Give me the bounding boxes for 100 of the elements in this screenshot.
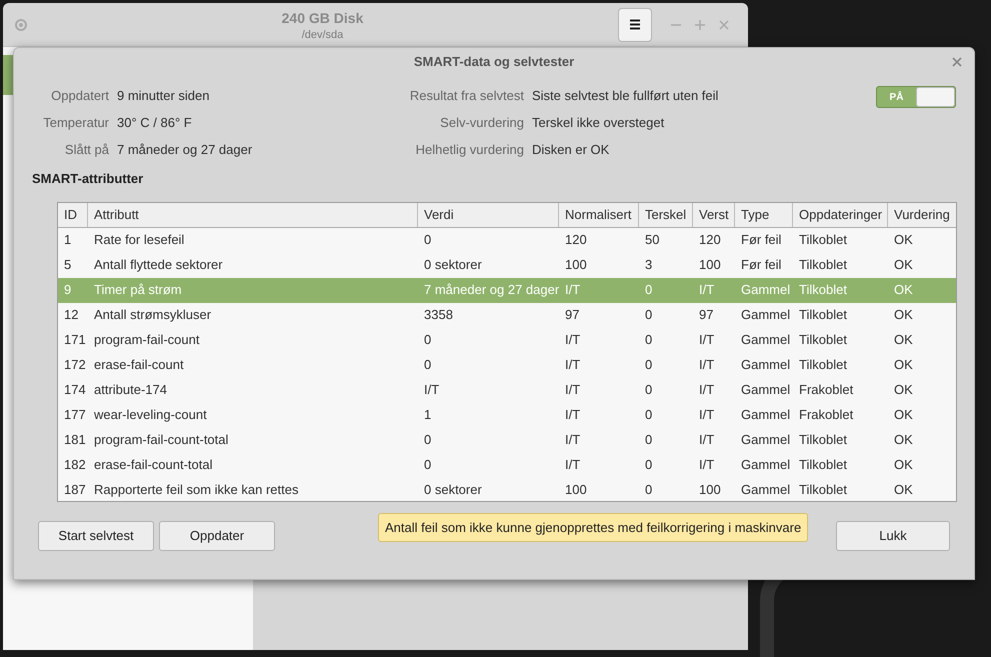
table-cell-text: OK bbox=[893, 356, 914, 374]
column-header[interactable]: Verdi bbox=[418, 202, 559, 226]
table-row[interactable]: 187 Rapporterte feil som ikke kan rettes 0 sektorer 100 0 100 Gammel Tilkoblet OK bbox=[58, 478, 956, 500]
table-cell-text: 187 bbox=[63, 481, 87, 500]
table-cell-text: I/T bbox=[423, 381, 440, 400]
table-cell-text: Frakoblet bbox=[798, 406, 854, 424]
table-cell-text: program-fail-count-total bbox=[93, 431, 230, 450]
table-cell-text: 0 bbox=[644, 381, 654, 400]
table-row[interactable]: 12 Antall strømsykluser 3358 97 0 97 Gammel Tilkoblet OK bbox=[58, 302, 956, 328]
table-cell-text: 0 bbox=[423, 431, 432, 450]
info-label: Selv-vurdering bbox=[439, 114, 524, 132]
column-header[interactable]: Oppdateringer bbox=[793, 202, 888, 226]
table-cell-text: I/T bbox=[564, 381, 582, 400]
table-cell-text: Før feil bbox=[740, 256, 782, 274]
table-cell-text: Rate for lesefeil bbox=[93, 231, 186, 250]
table-cell-text: 12 bbox=[63, 306, 80, 324]
tooltip: Antall feil som ikke kunne gjenopprettes med feilkorrigering i maskinvare bbox=[378, 512, 808, 542]
table-cell-text: 0 bbox=[644, 431, 654, 450]
table-cell-text: I/T bbox=[564, 356, 582, 374]
maximize-icon[interactable] bbox=[694, 18, 706, 30]
table-cell-text: 50 bbox=[644, 231, 660, 250]
table-cell-text: 9 bbox=[63, 281, 72, 300]
table-cell-text: I/T bbox=[564, 431, 582, 450]
table-cell-text: program-fail-count bbox=[93, 331, 200, 350]
table-row[interactable]: 182 erase-fail-count-total 0 I/T 0 I/T Gammel Tilkoblet OK bbox=[58, 452, 956, 478]
column-header[interactable]: Vurdering bbox=[888, 202, 956, 226]
table-cell-text: Tilkoblet bbox=[798, 281, 848, 300]
table-cell-text: Tilkoblet bbox=[798, 456, 848, 474]
table-cell-text: attribute-174 bbox=[93, 381, 168, 400]
table-cell-text: Tilkoblet bbox=[798, 231, 848, 250]
table-cell-text: Tilkoblet bbox=[798, 481, 848, 500]
info-label: Oppdatert bbox=[50, 87, 109, 105]
dialog-button[interactable]: Oppdater bbox=[159, 520, 275, 550]
table-cell-text: OK bbox=[893, 406, 914, 424]
table-row[interactable]: 174 attribute-174 I/T I/T 0 I/T Gammel Frakoblet OK bbox=[58, 378, 956, 402]
table-cell-text: 0 bbox=[644, 331, 654, 350]
table-cell-text: 3358 bbox=[423, 306, 454, 324]
info-value: 30° C / 86° F bbox=[117, 114, 193, 132]
column-header[interactable]: Verst bbox=[693, 202, 735, 226]
info-value: Terskel ikke oversteget bbox=[532, 114, 666, 132]
table-row[interactable]: 172 erase-fail-count 0 I/T 0 I/T Gammel Tilkoblet OK bbox=[58, 352, 956, 378]
table-row[interactable]: 171 program-fail-count 0 I/T 0 I/T Gammel Tilkoblet OK bbox=[58, 328, 956, 352]
table-cell-text: Frakoblet bbox=[798, 381, 854, 400]
table-cell-text: 1 bbox=[423, 406, 432, 424]
table-cell-text: Gammel bbox=[740, 356, 792, 374]
table-row[interactable]: 5 Antall flyttede sektorer 0 sektorer 100 3 100 Før feil Tilkoblet OK bbox=[58, 252, 956, 278]
table-cell-text: 3 bbox=[644, 256, 654, 274]
menu-button[interactable] bbox=[618, 8, 652, 42]
dialog-button[interactable]: Lukk bbox=[836, 520, 950, 550]
table-cell-text: 0 sektorer bbox=[423, 481, 483, 500]
table-cell-text: OK bbox=[893, 231, 914, 250]
table-cell-text: Rapporterte feil som ikke kan rettes bbox=[93, 481, 300, 500]
table-cell-text: 174 bbox=[63, 381, 87, 400]
table-cell-text: 0 sektorer bbox=[423, 256, 483, 274]
column-header[interactable]: Normalisert bbox=[559, 202, 639, 226]
table-cell-text: I/T bbox=[698, 381, 716, 400]
table-cell-text: Antall strømsykluser bbox=[93, 306, 212, 324]
table-cell-text: I/T bbox=[564, 331, 582, 350]
table-cell-text: 100 bbox=[698, 481, 722, 500]
table-cell-text: 0 bbox=[644, 406, 654, 424]
table-cell-text: OK bbox=[893, 431, 914, 450]
record-icon bbox=[15, 18, 27, 30]
table-cell-text: OK bbox=[893, 381, 914, 400]
table-cell-text: 100 bbox=[564, 481, 588, 500]
table-cell-text: 100 bbox=[698, 256, 722, 274]
table-cell-text: wear-leveling-count bbox=[93, 406, 208, 424]
table-cell-text: I/T bbox=[698, 281, 716, 300]
table-cell-text: Timer på strøm bbox=[93, 281, 183, 300]
table-cell-text: 97 bbox=[564, 306, 580, 324]
table-cell-text: Gammel bbox=[740, 331, 792, 350]
table-cell-text: 0 bbox=[644, 481, 654, 500]
table-cell-text: Gammel bbox=[740, 481, 792, 500]
table-cell-text: I/T bbox=[698, 431, 716, 450]
close-icon[interactable] bbox=[952, 57, 962, 67]
table-cell-text: I/T bbox=[564, 406, 582, 424]
close-icon[interactable] bbox=[718, 18, 730, 30]
table-cell-text: 0 bbox=[423, 231, 432, 250]
table-cell-text: Tilkoblet bbox=[798, 306, 848, 324]
table-cell-text: Tilkoblet bbox=[798, 356, 848, 374]
table-cell-text: Gammel bbox=[740, 281, 792, 300]
column-header[interactable]: Type bbox=[735, 202, 793, 226]
table-cell-text: OK bbox=[893, 331, 914, 350]
column-header[interactable]: Attributt bbox=[88, 202, 418, 226]
column-header[interactable]: Terskel bbox=[639, 202, 693, 226]
table-cell-text: 181 bbox=[63, 431, 87, 450]
table-cell-text: I/T bbox=[698, 456, 716, 474]
table-row[interactable]: 181 program-fail-count-total 0 I/T 0 I/T Gammel Tilkoblet OK bbox=[58, 428, 956, 452]
table-cell-text: erase-fail-count-total bbox=[93, 456, 214, 474]
table-cell-text: Antall flyttede sektorer bbox=[93, 256, 224, 274]
info-value: 7 måneder og 27 dager bbox=[117, 141, 254, 159]
table-cell-text: 177 bbox=[63, 406, 87, 424]
table-cell-text: Gammel bbox=[740, 406, 792, 424]
column-header[interactable]: ID bbox=[58, 202, 88, 226]
table-cell-text: 171 bbox=[63, 331, 87, 350]
table-row[interactable]: 177 wear-leveling-count 1 I/T 0 I/T Gammel Frakoblet OK bbox=[58, 402, 956, 428]
table-cell-text: I/T bbox=[698, 331, 716, 350]
table-cell-text: 120 bbox=[698, 231, 722, 250]
dialog-button[interactable]: Start selvtest bbox=[38, 520, 154, 550]
info-label: Resultat fra selvtest bbox=[408, 87, 524, 105]
table-row[interactable]: 1 Rate for lesefeil 0 120 50 120 Før feil Tilkoblet OK bbox=[58, 228, 956, 252]
